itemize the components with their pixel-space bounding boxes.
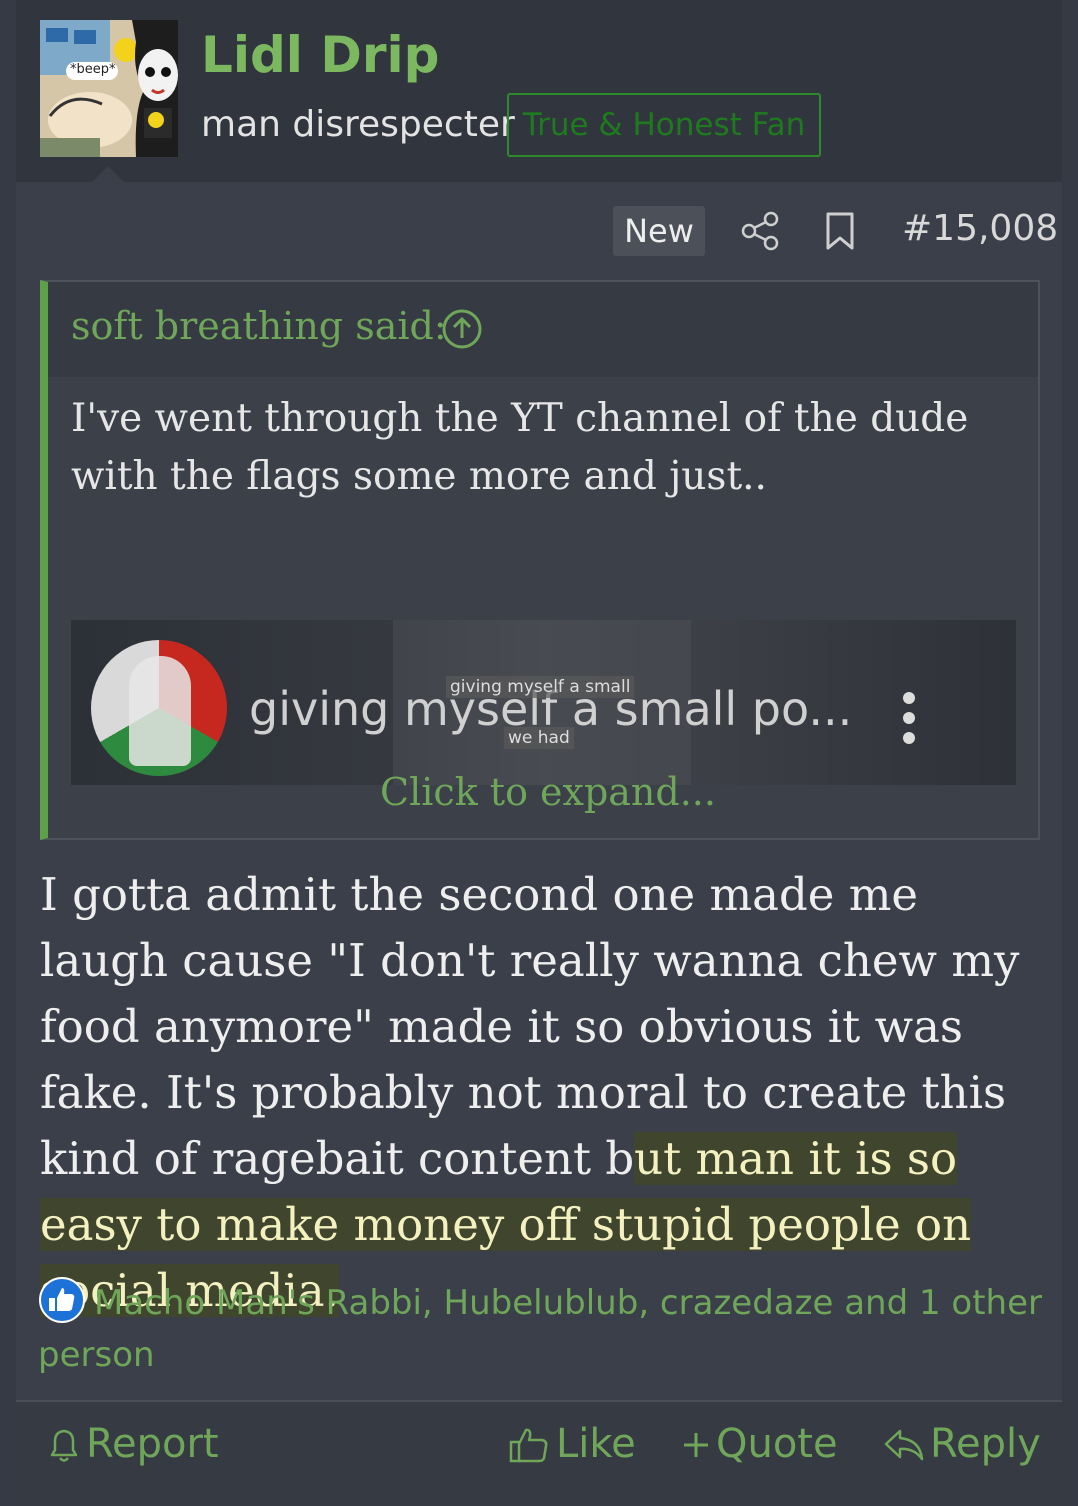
arrow-up-circle-icon[interactable] — [441, 308, 483, 350]
bell-icon — [50, 1429, 78, 1462]
like-label[interactable]: Like — [556, 1421, 636, 1467]
user-banner: True & Honest Fan — [507, 93, 821, 157]
video-caption-bottom: we had — [504, 727, 574, 749]
quote-button[interactable]: Quote — [680, 1416, 838, 1472]
quote-author-link[interactable]: soft breathing said: — [71, 304, 447, 348]
bookmark-icon[interactable] — [824, 210, 856, 252]
report-button[interactable]: Report — [46, 1416, 219, 1472]
report-label[interactable]: Report — [86, 1421, 219, 1467]
reply-button[interactable]: Reply — [882, 1416, 1041, 1472]
user-header: *beep* Lidl Drip man disrespecter True &… — [16, 0, 1062, 182]
reactions-text[interactable]: Macho Man's Rabbi, Hubelublub, crazedaze… — [38, 1283, 1042, 1375]
reply-arrow-icon — [884, 1429, 924, 1461]
user-title: man disrespecter — [201, 104, 515, 145]
post-number-link[interactable]: #15,008 — [902, 208, 1058, 249]
user-avatar[interactable]: *beep* — [40, 20, 178, 157]
new-badge: New — [613, 206, 705, 256]
forum-post: *beep* Lidl Drip man disrespecter True &… — [16, 0, 1062, 1506]
post-footer: Report Like Quote Reply — [16, 1400, 1062, 1506]
channel-avatar — [91, 640, 227, 776]
post-body: I gotta admit the second one made me lau… — [40, 862, 1050, 1324]
reply-label[interactable]: Reply — [930, 1421, 1041, 1467]
reactions-bar[interactable]: Macho Man's Rabbi, Hubelublub, crazedaze… — [38, 1276, 1048, 1381]
video-caption-top: giving myself a small — [446, 676, 635, 698]
thumbs-up-icon — [509, 1428, 548, 1463]
avatar-speech-text: *beep* — [70, 62, 116, 77]
quote-block: soft breathing said: I've went through t… — [40, 280, 1040, 840]
quote-text: I've went through the YT channel of the … — [71, 396, 969, 499]
header-arrow — [92, 166, 124, 182]
video-embed[interactable]: giving myself a small po... giving mysel… — [71, 620, 1016, 785]
like-reaction-icon — [38, 1276, 86, 1324]
click-to-expand-link[interactable]: Click to expand... — [48, 770, 1048, 814]
like-button[interactable]: Like — [508, 1416, 636, 1472]
share-icon[interactable] — [740, 210, 780, 252]
more-vertical-icon[interactable] — [899, 690, 919, 746]
plus-icon — [684, 1433, 708, 1457]
quote-label[interactable]: Quote — [716, 1421, 838, 1467]
username[interactable]: Lidl Drip — [201, 26, 439, 84]
